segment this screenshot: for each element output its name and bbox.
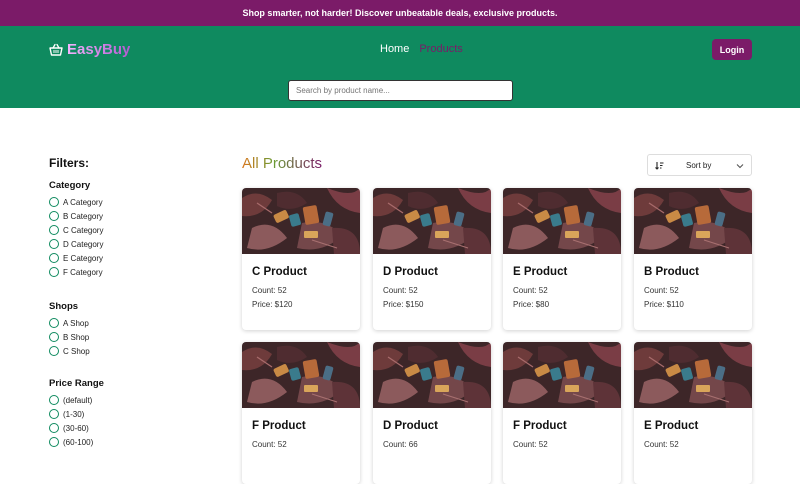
product-count: Count: 52 — [252, 440, 287, 449]
price-option[interactable]: (default) — [49, 393, 199, 407]
category-option[interactable]: A Category — [49, 195, 199, 209]
radio-button[interactable] — [49, 318, 59, 328]
shops-filter-title: Shops — [49, 301, 79, 312]
product-card[interactable]: D Product Count: 66 — [373, 342, 491, 484]
product-price: Price: $80 — [513, 300, 550, 309]
product-price: Price: $120 — [252, 300, 293, 309]
promo-text: Shop smarter, not harder! Discover unbea… — [242, 8, 558, 18]
radio-button[interactable] — [49, 332, 59, 342]
shops-filter-group: Shops A Shop B Shop C Shop — [49, 301, 199, 358]
product-card[interactable]: C Product Count: 52 Price: $120 — [242, 188, 360, 330]
option-label: (60-100) — [63, 437, 94, 447]
category-option[interactable]: D Category — [49, 237, 199, 251]
radio-button[interactable] — [49, 225, 59, 235]
promo-banner: Shop smarter, not harder! Discover unbea… — [0, 0, 800, 26]
option-label: C Category — [63, 225, 104, 235]
price-option[interactable]: (60-100) — [49, 435, 199, 449]
product-card[interactable]: D Product Count: 52 Price: $150 — [373, 188, 491, 330]
radio-button[interactable] — [49, 395, 59, 405]
product-name: E Product — [644, 420, 699, 432]
filters-title: Filters: — [49, 156, 90, 170]
product-count: Count: 52 — [252, 286, 287, 295]
product-image — [242, 188, 360, 254]
product-image — [373, 342, 491, 408]
option-label: D Category — [63, 239, 104, 249]
filters-sidebar: Filters: Category A Category B Category … — [49, 156, 199, 471]
price-filter-group: Price Range (default) (1-30) (30-60) (60… — [49, 378, 199, 449]
product-image — [634, 342, 752, 408]
product-count: Count: 52 — [513, 286, 548, 295]
option-label: C Shop — [63, 346, 90, 356]
product-card[interactable]: E Product Count: 52 Price: $80 — [503, 188, 621, 330]
sort-label: Sort by — [686, 161, 712, 170]
sort-dropdown[interactable]: Sort by — [647, 154, 752, 176]
option-label: B Category — [63, 211, 104, 221]
shop-option[interactable]: B Shop — [49, 330, 199, 344]
product-count: Count: 52 — [644, 286, 679, 295]
main-nav: Home Products — [380, 43, 463, 55]
category-filter-title: Category — [49, 180, 91, 191]
option-label: (30-60) — [63, 423, 89, 433]
sort-icon — [655, 162, 664, 170]
category-option[interactable]: C Category — [49, 223, 199, 237]
radio-button[interactable] — [49, 211, 59, 221]
category-option[interactable]: F Category — [49, 265, 199, 279]
radio-button[interactable] — [49, 423, 59, 433]
category-option[interactable]: E Category — [49, 251, 199, 265]
product-name: C Product — [252, 266, 307, 278]
nav-home-link[interactable]: Home — [380, 43, 409, 55]
nav-products-link[interactable]: Products — [419, 43, 462, 55]
option-label: E Category — [63, 253, 104, 263]
product-card[interactable]: E Product Count: 52 — [634, 342, 752, 484]
radio-button[interactable] — [49, 239, 59, 249]
option-label: F Category — [63, 267, 103, 277]
product-image — [373, 188, 491, 254]
product-name: E Product — [513, 266, 568, 278]
category-option[interactable]: B Category — [49, 209, 199, 223]
shop-option[interactable]: C Shop — [49, 344, 199, 358]
product-name: D Product — [383, 420, 438, 432]
product-price: Price: $110 — [644, 300, 684, 309]
price-option[interactable]: (30-60) — [49, 421, 199, 435]
chevron-down-icon — [736, 164, 744, 169]
page-title: All Products — [242, 155, 323, 172]
option-label: B Shop — [63, 332, 90, 342]
search-input[interactable] — [288, 80, 513, 101]
product-name: D Product — [383, 266, 438, 278]
product-card[interactable]: B Product Count: 52 Price: $110 — [634, 188, 752, 330]
login-button[interactable]: Login — [712, 39, 752, 60]
price-filter-title: Price Range — [49, 378, 104, 389]
option-label: A Category — [63, 197, 103, 207]
product-count: Count: 66 — [383, 440, 418, 449]
radio-button[interactable] — [49, 253, 59, 263]
product-image — [503, 342, 621, 408]
product-name: B Product — [644, 266, 699, 278]
radio-button[interactable] — [49, 346, 59, 356]
radio-button[interactable] — [49, 197, 59, 207]
product-name: F Product — [252, 420, 306, 432]
product-image — [634, 188, 752, 254]
option-label: (1-30) — [63, 409, 85, 419]
option-label: A Shop — [63, 318, 89, 328]
radio-button[interactable] — [49, 409, 59, 419]
product-price: Price: $150 — [383, 300, 424, 309]
site-header: EasyBuy Home Products Login — [0, 26, 800, 108]
product-card[interactable]: F Product Count: 52 — [503, 342, 621, 484]
logo-text: EasyBuy — [67, 41, 131, 58]
basket-icon — [49, 43, 63, 56]
product-image — [503, 188, 621, 254]
option-label: (default) — [63, 395, 93, 405]
product-image — [242, 342, 360, 408]
product-count: Count: 52 — [383, 286, 418, 295]
radio-button[interactable] — [49, 267, 59, 277]
product-name: F Product — [513, 420, 567, 432]
price-option[interactable]: (1-30) — [49, 407, 199, 421]
radio-button[interactable] — [49, 437, 59, 447]
logo[interactable]: EasyBuy — [49, 41, 130, 58]
product-card[interactable]: F Product Count: 52 — [242, 342, 360, 484]
product-count: Count: 52 — [644, 440, 679, 449]
shop-option[interactable]: A Shop — [49, 316, 199, 330]
product-count: Count: 52 — [513, 440, 548, 449]
category-filter-group: Category A Category B Category C Categor… — [49, 180, 199, 279]
